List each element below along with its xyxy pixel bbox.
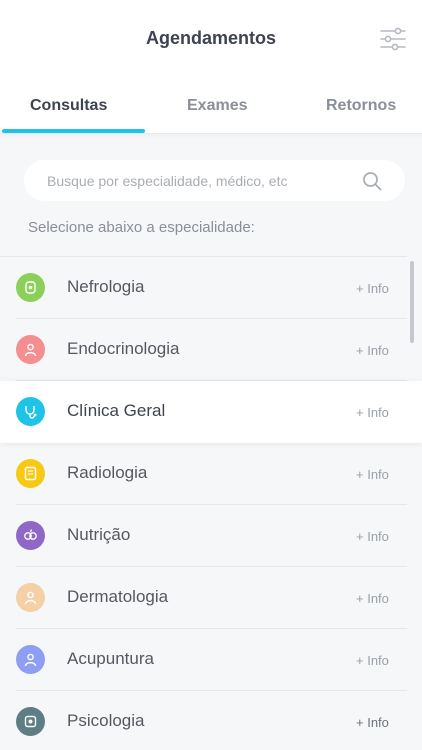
info-link[interactable]: + Info [356,343,389,358]
search-bar[interactable] [24,160,405,201]
acupuncture-icon [16,645,45,674]
xray-icon [16,459,45,488]
list-item-selected[interactable]: Clínica Geral + Info [0,381,422,443]
list-item[interactable]: Psicologia + Info [0,691,407,750]
stethoscope-icon [16,397,45,426]
info-link[interactable]: + Info [356,281,389,296]
list-item[interactable]: Nefrologia + Info [0,257,407,319]
specialty-label: Nutrição [67,525,131,544]
app-header: Agendamentos [0,0,422,80]
skin-icon [16,583,45,612]
specialty-label: Dermatologia [67,587,169,606]
info-link[interactable]: + Info [356,529,389,544]
search-icon[interactable] [362,171,382,191]
specialty-label: Clínica Geral [67,401,166,420]
specialty-label: Acupuntura [67,649,154,668]
info-link[interactable]: + Info [356,405,389,420]
scrollbar[interactable] [410,261,414,343]
specialty-label: Psicologia [67,711,145,730]
list-item[interactable]: Radiologia + Info [0,443,407,505]
specialty-label: Endocrinologia [67,339,180,358]
list-item[interactable]: Endocrinologia + Info [0,319,407,381]
brain-icon [16,707,45,736]
search-input[interactable] [47,160,347,201]
kidney-icon [16,273,45,302]
info-link[interactable]: + Info [356,467,389,482]
tab-consultas[interactable]: Consultas [30,97,107,115]
nutrition-icon [16,521,45,550]
doctor-icon [16,335,45,364]
tab-exames[interactable]: Exames [187,97,248,115]
info-link[interactable]: + Info [356,715,389,730]
tab-retornos[interactable]: Retornos [326,97,396,115]
info-link[interactable]: + Info [356,591,389,606]
instruction-text: Selecione abaixo a especialidade: [28,219,255,236]
specialty-list: Nefrologia + Info Endocrinologia + Info … [0,256,422,750]
active-tab-indicator [2,129,145,133]
page-title: Agendamentos [145,28,277,48]
list-item[interactable]: Nutrição + Info [0,505,407,567]
specialty-label: Nefrologia [67,277,145,296]
list-item[interactable]: Acupuntura + Info [0,629,407,691]
info-link[interactable]: + Info [356,653,389,668]
tab-bar: Consultas Exames Retornos [0,80,422,134]
list-item[interactable]: Dermatologia + Info [0,567,407,629]
sliders-icon[interactable] [380,26,406,52]
specialty-label: Radiologia [67,463,148,482]
